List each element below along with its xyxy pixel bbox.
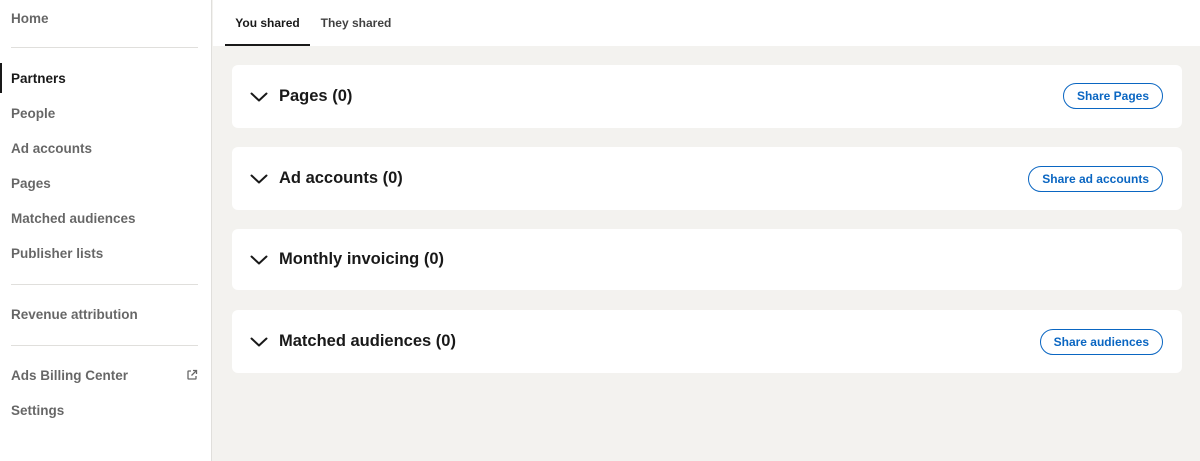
sidebar-item-revenue-attribution[interactable]: Revenue attribution (0, 299, 211, 329)
sidebar: Home Partners People Ad accounts Pages M… (0, 0, 212, 461)
external-link-icon[interactable] (186, 369, 198, 381)
sidebar-item-label: Pages (11, 175, 51, 191)
sidebar-item-label: People (11, 105, 56, 121)
sidebar-item-ad-accounts[interactable]: Ad accounts (0, 133, 211, 163)
sidebar-item-matched-audiences[interactable]: Matched audiences (0, 203, 211, 233)
section-title: Matched audiences (0) (279, 332, 456, 350)
chevron-down-icon (250, 337, 268, 346)
section-title: Monthly invoicing (0) (279, 250, 444, 268)
tab-you-shared[interactable]: You shared (225, 0, 310, 46)
section-title: Pages (0) (279, 87, 353, 105)
chevron-down-icon (250, 174, 268, 183)
ad-accounts-section: Ad accounts (0) Share ad accounts (232, 147, 1182, 210)
sidebar-item-label: Home (11, 10, 49, 26)
monthly-invoicing-section: Monthly invoicing (0) (232, 229, 1182, 290)
chevron-down-icon (250, 92, 268, 101)
sidebar-item-ads-billing-center[interactable]: Ads Billing Center (0, 360, 211, 390)
tab-bar: You shared They shared (213, 0, 1200, 46)
pages-section-toggle[interactable]: Pages (0) (250, 65, 352, 128)
tab-label: They shared (320, 16, 392, 30)
tab-they-shared[interactable]: They shared (313, 0, 399, 46)
sidebar-item-label: Ads Billing Center (11, 367, 129, 383)
sidebar-item-label: Matched audiences (11, 210, 136, 226)
share-ad-accounts-button[interactable]: Share ad accounts (1028, 166, 1163, 192)
matched-audiences-section-toggle[interactable]: Matched audiences (0) (250, 310, 456, 373)
sidebar-item-people[interactable]: People (0, 98, 211, 128)
sidebar-divider (11, 345, 198, 346)
ad-accounts-section-toggle[interactable]: Ad accounts (0) (250, 147, 403, 210)
sidebar-item-home[interactable]: Home (0, 3, 211, 33)
sidebar-item-label: Publisher lists (11, 245, 104, 261)
sidebar-divider (11, 284, 198, 285)
pages-section: Pages (0) Share Pages (232, 65, 1182, 128)
sidebar-item-label: Partners (11, 70, 66, 86)
sidebar-divider (11, 47, 198, 48)
sidebar-item-label: Ad accounts (11, 140, 93, 156)
share-pages-button[interactable]: Share Pages (1062, 83, 1163, 109)
chevron-down-icon (250, 255, 268, 264)
tab-label: You shared (235, 16, 300, 30)
matched-audiences-section: Matched audiences (0) Share audiences (232, 310, 1182, 373)
sidebar-item-pages[interactable]: Pages (0, 168, 211, 198)
sidebar-item-label: Revenue attribution (11, 306, 138, 322)
sidebar-item-publisher-lists[interactable]: Publisher lists (0, 238, 211, 268)
section-title: Ad accounts (0) (279, 169, 403, 187)
sidebar-item-label: Settings (11, 402, 65, 418)
share-audiences-button[interactable]: Share audiences (1039, 329, 1163, 355)
monthly-invoicing-section-toggle[interactable]: Monthly invoicing (0) (250, 229, 444, 290)
sidebar-item-settings[interactable]: Settings (0, 395, 211, 425)
sidebar-item-partners[interactable]: Partners (0, 63, 211, 93)
